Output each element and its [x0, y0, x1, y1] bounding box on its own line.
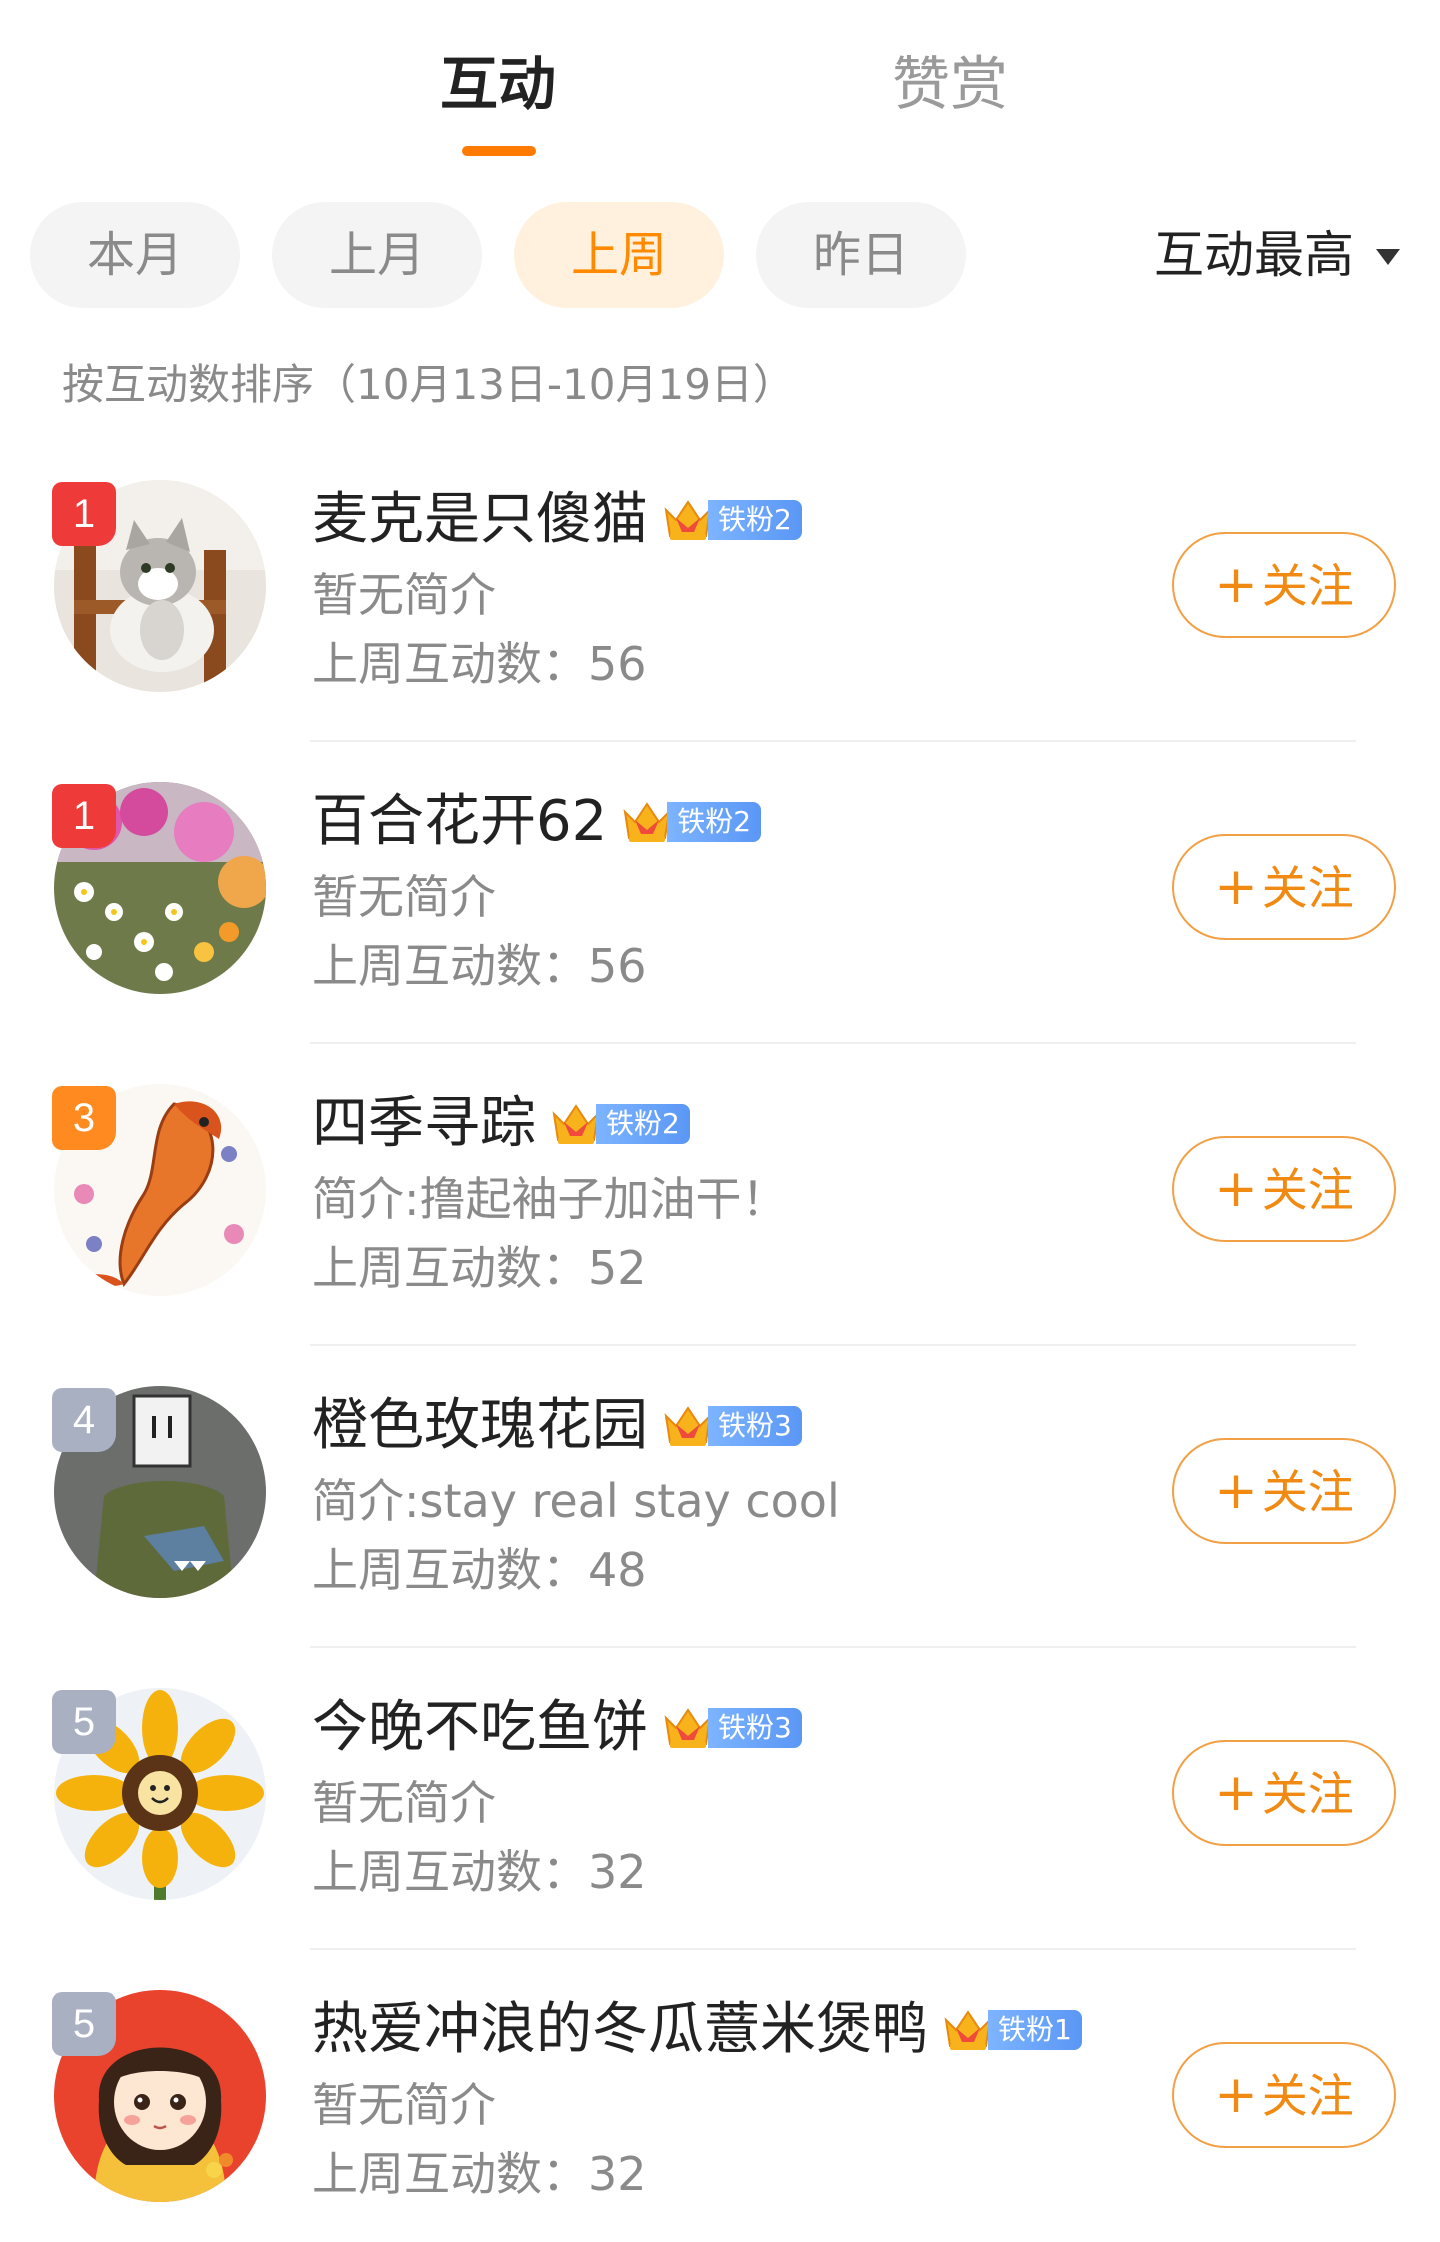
fan-list: 1 麦克是只傻猫 铁粉2 暂无简介 上周互动数：56 +关注 1 百合花开62 …: [0, 440, 1440, 2242]
follow-button[interactable]: +关注: [1172, 1136, 1396, 1242]
rank-badge: 1: [52, 784, 116, 848]
user-info: 橙色玫瑰花园 铁粉3 简介:stay real stay cool 上周互动数：…: [312, 1386, 1172, 1606]
list-item[interactable]: 1 麦克是只傻猫 铁粉2 暂无简介 上周互动数：56 +关注: [0, 440, 1440, 742]
tab-interaction[interactable]: 互动: [440, 44, 556, 124]
fan-level-label: 铁粉2: [708, 500, 802, 540]
user-info: 四季寻踪 铁粉2 简介:撸起袖子加油干！ 上周互动数：52: [312, 1084, 1172, 1304]
user-intro: 简介:stay real stay cool: [312, 1474, 840, 1528]
crown-icon: [664, 500, 712, 540]
crown-icon: [944, 2010, 992, 2050]
rank-badge: 5: [52, 1992, 116, 2056]
user-name[interactable]: 今晚不吃鱼饼: [312, 1688, 648, 1768]
crown-icon: [664, 1406, 712, 1446]
rank-badge: 5: [52, 1690, 116, 1754]
sort-dropdown[interactable]: 互动最高: [1154, 202, 1400, 308]
user-intro: 暂无简介: [312, 1776, 496, 1830]
active-tab-indicator: [462, 146, 536, 156]
user-intro: 暂无简介: [312, 870, 496, 924]
user-name[interactable]: 百合花开62: [312, 782, 607, 862]
crown-icon: [552, 1104, 600, 1144]
rank-badge: 1: [52, 482, 116, 546]
fan-level-badge: 铁粉3: [662, 1404, 802, 1448]
fan-level-label: 铁粉3: [708, 1708, 802, 1748]
user-intro: 暂无简介: [312, 568, 496, 622]
list-item[interactable]: 1 百合花开62 铁粉2 暂无简介 上周互动数：56 +关注: [0, 742, 1440, 1044]
rank-badge: 3: [52, 1086, 116, 1150]
user-info: 百合花开62 铁粉2 暂无简介 上周互动数：56: [312, 782, 1172, 1002]
follow-button[interactable]: +关注: [1172, 1438, 1396, 1544]
sort-label: 互动最高: [1154, 226, 1354, 284]
interaction-count: 上周互动数：56: [312, 637, 647, 691]
filter-this-month[interactable]: 本月: [30, 202, 240, 308]
follow-button[interactable]: +关注: [1172, 1740, 1396, 1846]
interaction-count: 上周互动数：32: [312, 1845, 647, 1899]
crown-icon: [664, 1708, 712, 1748]
follow-button[interactable]: +关注: [1172, 834, 1396, 940]
top-tabs: 互动 赞赏: [0, 0, 1440, 170]
follow-button[interactable]: +关注: [1172, 2042, 1396, 2148]
list-item[interactable]: 5 今晚不吃鱼饼 铁粉3 暂无简介 上周互动数：32 +关注: [0, 1648, 1440, 1950]
user-info: 今晚不吃鱼饼 铁粉3 暂无简介 上周互动数：32: [312, 1688, 1172, 1908]
fan-level-badge: 铁粉2: [662, 498, 802, 542]
interaction-count: 上周互动数：32: [312, 2147, 647, 2201]
caret-down-icon: [1376, 249, 1400, 265]
user-intro: 暂无简介: [312, 2078, 496, 2132]
fan-level-label: 铁粉1: [988, 2010, 1082, 2050]
interaction-count: 上周互动数：56: [312, 939, 647, 993]
plus-icon: +: [1214, 1159, 1258, 1219]
follow-button[interactable]: +关注: [1172, 532, 1396, 638]
fan-level-label: 铁粉3: [708, 1406, 802, 1446]
fan-level-badge: 铁粉2: [621, 800, 762, 844]
fan-level-badge: 铁粉1: [942, 2008, 1082, 2052]
list-item[interactable]: 4 橙色玫瑰花园 铁粉3 简介:stay real stay cool 上周互动…: [0, 1346, 1440, 1648]
plus-icon: +: [1214, 1763, 1258, 1823]
plus-icon: +: [1214, 2065, 1258, 2125]
filter-last-week[interactable]: 上周: [514, 202, 724, 308]
filter-yesterday[interactable]: 昨日: [756, 202, 966, 308]
rank-badge: 4: [52, 1388, 116, 1452]
user-name[interactable]: 热爱冲浪的冬瓜薏米煲鸭: [312, 1990, 928, 2070]
list-item[interactable]: 3 四季寻踪 铁粉2 简介:撸起袖子加油干！ 上周互动数：52 +关注: [0, 1044, 1440, 1346]
user-name[interactable]: 橙色玫瑰花园: [312, 1386, 648, 1466]
filter-last-month[interactable]: 上月: [272, 202, 482, 308]
user-name[interactable]: 麦克是只傻猫: [312, 480, 648, 560]
sort-description: 按互动数排序（10月13日-10月19日）: [62, 360, 795, 409]
user-info: 麦克是只傻猫 铁粉2 暂无简介 上周互动数：56: [312, 480, 1172, 700]
plus-icon: +: [1214, 555, 1258, 615]
plus-icon: +: [1214, 857, 1258, 917]
user-info: 热爱冲浪的冬瓜薏米煲鸭 铁粉1 暂无简介 上周互动数：32: [312, 1990, 1172, 2210]
user-name[interactable]: 四季寻踪: [312, 1084, 536, 1164]
list-item[interactable]: 5 热爱冲浪的冬瓜薏米煲鸭 铁粉1 暂无简介 上周互动数：32 +关注: [0, 1950, 1440, 2242]
interaction-count: 上周互动数：52: [312, 1241, 647, 1295]
tab-reward[interactable]: 赞赏: [892, 44, 1008, 124]
fan-level-label: 铁粉2: [596, 1104, 690, 1144]
user-intro: 简介:撸起袖子加油干！: [312, 1172, 788, 1226]
crown-icon: [623, 802, 671, 842]
plus-icon: +: [1214, 1461, 1258, 1521]
interaction-count: 上周互动数：48: [312, 1543, 647, 1597]
fan-level-label: 铁粉2: [667, 802, 762, 842]
fan-level-badge: 铁粉3: [662, 1706, 802, 1750]
fan-level-badge: 铁粉2: [550, 1102, 690, 1146]
time-filter-row: 本月 上月 上周 昨日 互动最高: [0, 202, 1440, 310]
